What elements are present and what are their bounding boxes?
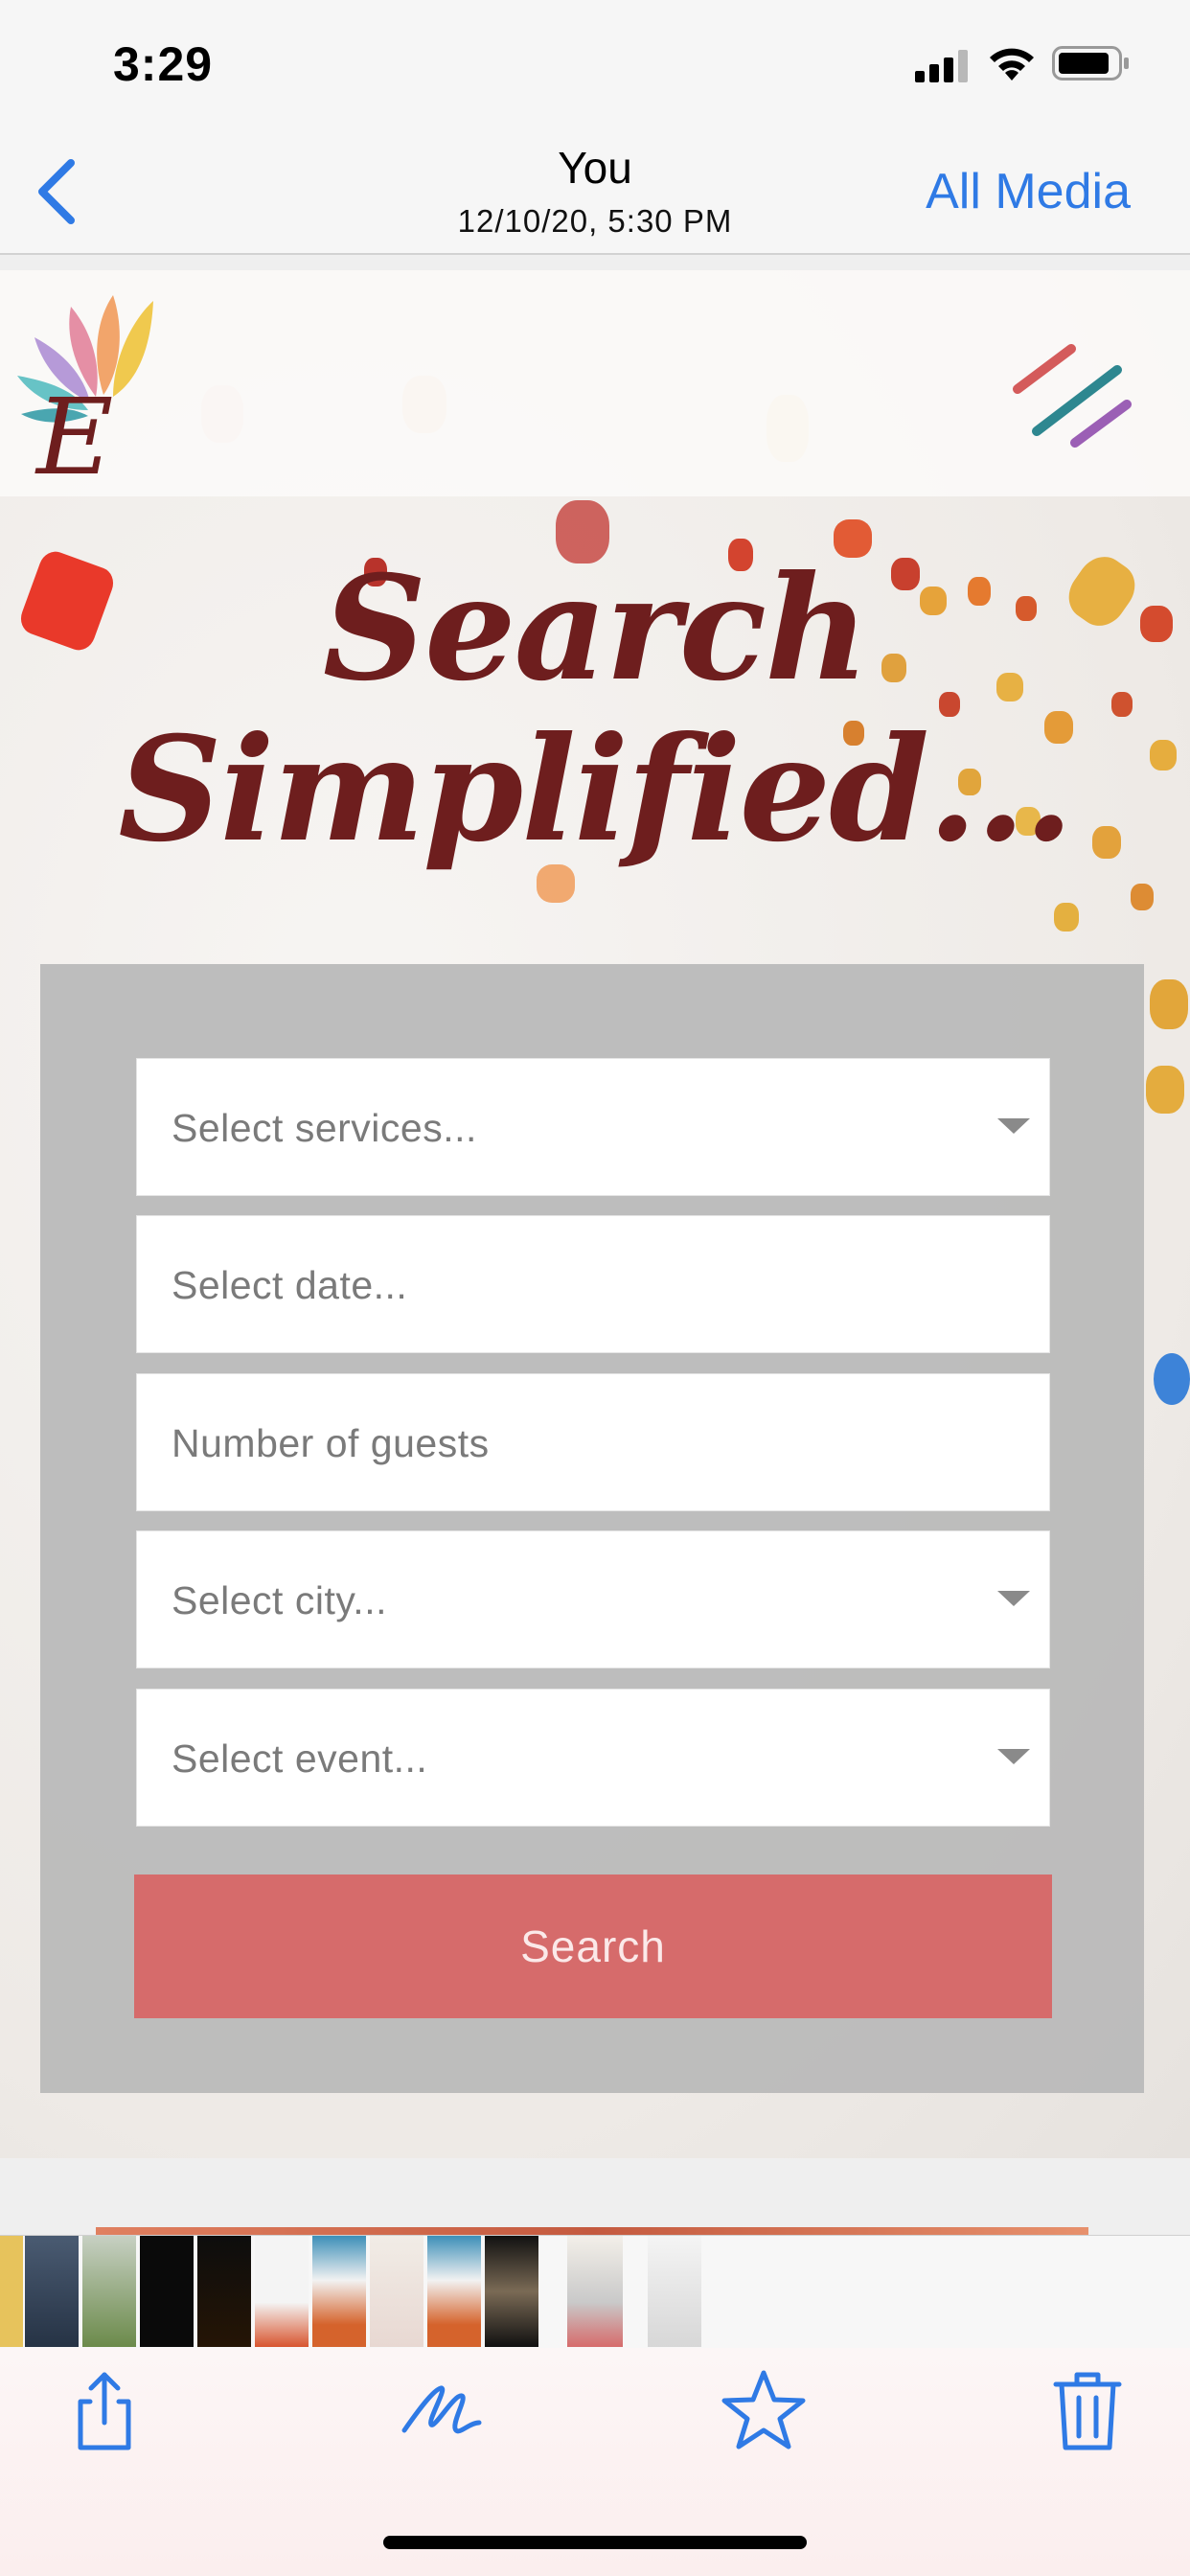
status-bar: 3:29 [0, 0, 1190, 126]
markup-button[interactable] [399, 2367, 485, 2453]
services-select[interactable]: Select services... [136, 1058, 1050, 1196]
thumbnail[interactable] [312, 2236, 368, 2347]
event-select[interactable]: Select event... [136, 1689, 1050, 1827]
thumbnail[interactable] [25, 2236, 80, 2347]
photo-viewer-screen: 3:29 You 12/10/20, 5:30 PM All Media E S… [0, 0, 1190, 2576]
share-icon [78, 2372, 131, 2450]
home-indicator[interactable] [383, 2536, 807, 2549]
website-screenshot: E Search Simplified... Select services..… [0, 270, 1190, 2158]
next-section-banner [96, 2227, 1088, 2235]
trash-icon [1053, 2372, 1122, 2450]
thumbnail[interactable] [427, 2236, 483, 2347]
star-icon [721, 2370, 806, 2450]
all-media-button[interactable]: All Media [926, 163, 1131, 220]
search-button[interactable]: Search [134, 1874, 1052, 2018]
hero-title-line-1: Search [322, 544, 869, 713]
thumbnail[interactable] [197, 2236, 253, 2347]
event-placeholder: Select event... [172, 1736, 428, 1781]
thumbnail-strip[interactable] [0, 2235, 1190, 2348]
guests-placeholder: Number of guests [172, 1421, 490, 1465]
hero-title-line-2: Simplified... [118, 705, 1073, 874]
thumbnail[interactable] [370, 2236, 425, 2347]
media-content: E Search Simplified... Select services..… [0, 255, 1190, 2235]
menu-icon[interactable] [1012, 343, 1133, 448]
delete-button[interactable] [1044, 2367, 1131, 2453]
city-placeholder: Select city... [172, 1578, 387, 1622]
services-placeholder: Select services... [172, 1106, 477, 1150]
svg-text:E: E [34, 376, 113, 483]
site-header: E [0, 270, 1190, 496]
thumbnail[interactable] [255, 2236, 310, 2347]
search-form: Select services... Select date... Number… [40, 964, 1144, 2093]
city-select[interactable]: Select city... [136, 1530, 1050, 1668]
thumbnail[interactable] [485, 2236, 540, 2347]
battery-icon [1052, 46, 1129, 80]
thumbnail-selected[interactable] [567, 2236, 625, 2347]
thumbnail[interactable] [648, 2236, 703, 2347]
guests-input[interactable]: Number of guests [136, 1373, 1050, 1511]
share-button[interactable] [61, 2367, 148, 2453]
next-section-preview [0, 2179, 1190, 2235]
status-time: 3:29 [113, 37, 214, 91]
hero-title: Search Simplified... [0, 548, 1190, 870]
chevron-down-icon [997, 1749, 1030, 1764]
navigation-bar: You 12/10/20, 5:30 PM All Media [0, 126, 1190, 255]
favorite-button[interactable] [721, 2367, 807, 2453]
thumbnail[interactable] [82, 2236, 138, 2347]
date-placeholder: Select date... [172, 1263, 408, 1307]
chevron-down-icon [997, 1591, 1030, 1606]
bottom-toolbar [0, 2348, 1190, 2576]
date-input[interactable]: Select date... [136, 1215, 1050, 1353]
thumbnail[interactable] [140, 2236, 195, 2347]
cellular-signal-icon [915, 50, 968, 82]
markup-icon [401, 2385, 482, 2434]
brand-logo: E [17, 295, 153, 483]
chevron-down-icon [997, 1118, 1030, 1134]
thumbnail[interactable] [0, 2236, 25, 2347]
wifi-icon [990, 48, 1034, 80]
